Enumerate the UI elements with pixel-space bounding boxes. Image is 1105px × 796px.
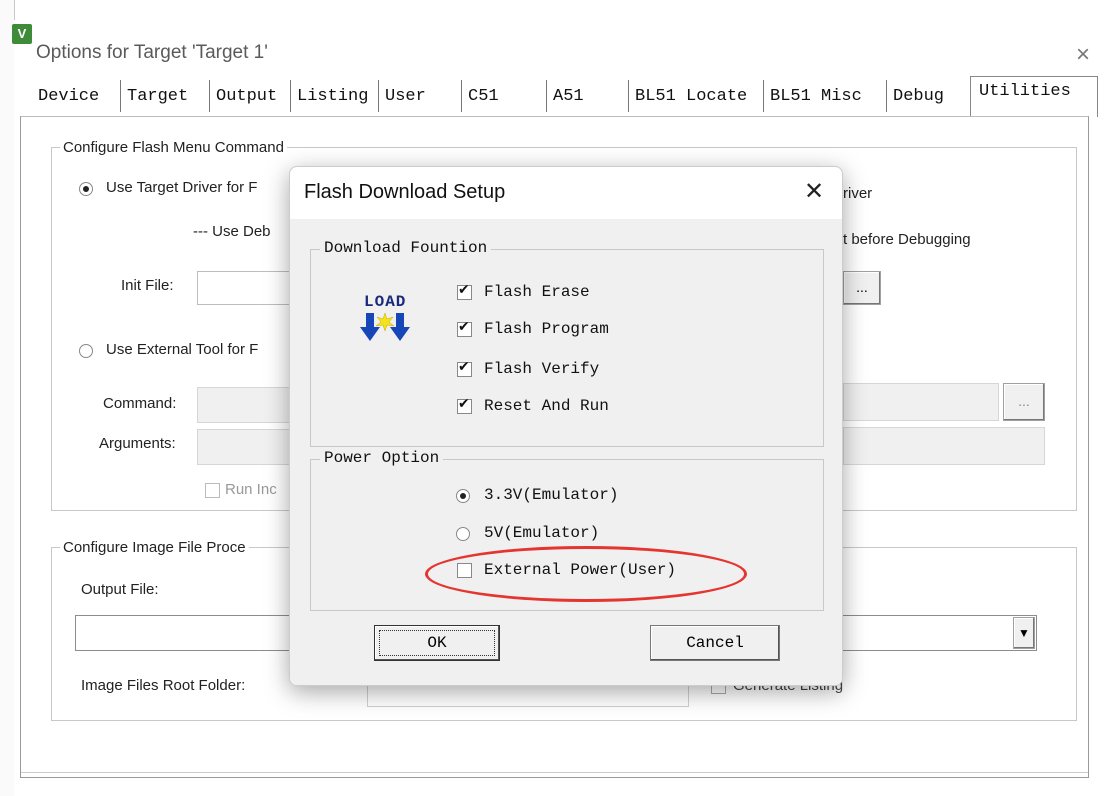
bottom-divider [21, 772, 1088, 773]
init-file-input[interactable] [197, 271, 295, 305]
tab-c51[interactable]: C51 [461, 80, 499, 112]
run-independent-checkbox[interactable] [205, 483, 220, 498]
tab-a51[interactable]: A51 [546, 80, 584, 112]
tab-device[interactable]: Device [24, 80, 99, 112]
download-group-legend: Download Fountion [320, 239, 492, 257]
command-label: Command: [103, 395, 177, 412]
power-3v3-label: 3.3V(Emulator) [484, 486, 619, 504]
command-browse-button[interactable]: ... [1003, 383, 1045, 421]
dialog-close-icon[interactable]: ✕ [804, 177, 824, 206]
init-file-label: Init File: [121, 277, 174, 294]
command-input-right[interactable] [843, 383, 999, 421]
tab-utilities[interactable]: Utilities [970, 76, 1098, 117]
ok-button-label: OK [379, 630, 495, 656]
use-debug-label: --- Use Deb [193, 223, 271, 240]
flash-erase-checkbox[interactable] [457, 282, 472, 300]
tab-bl51-locate[interactable]: BL51 Locate [628, 80, 747, 112]
close-icon[interactable]: × [1076, 42, 1090, 68]
flash-erase-label: Flash Erase [484, 283, 590, 301]
chevron-down-icon[interactable]: ▼ [1013, 617, 1035, 649]
dialog-body: Download Fountion LOAD Flash Erase Flash… [290, 219, 842, 685]
init-file-browse-button[interactable]: ... [843, 271, 881, 305]
load-icon-text: LOAD [364, 293, 407, 311]
run-independent-label: Run Inc [225, 481, 277, 498]
flash-program-label: Flash Program [484, 320, 609, 338]
image-file-legend: Configure Image File Proce [63, 539, 246, 556]
use-target-driver-label: Use Target Driver for F [106, 179, 258, 196]
command-input[interactable] [197, 387, 295, 423]
tab-bar: Device Target Output Listing User C51 A5… [24, 76, 1098, 117]
tab-output[interactable]: Output [209, 80, 277, 112]
use-target-driver-radio[interactable] [79, 182, 93, 196]
flash-verify-label: Flash Verify [484, 360, 600, 378]
use-external-tool-label: Use External Tool for F [106, 341, 259, 358]
root-folder-label: Image Files Root Folder: [81, 677, 246, 694]
window-title: Options for Target 'Target 1' [36, 42, 268, 63]
flash-program-checkbox[interactable] [457, 319, 472, 337]
tab-bl51-misc[interactable]: BL51 Misc [763, 80, 862, 112]
power-group-legend: Power Option [320, 449, 444, 467]
background-edge [0, 0, 15, 796]
reset-and-run-label: Reset And Run [484, 397, 609, 415]
tab-user[interactable]: User [378, 80, 426, 112]
arguments-input-right[interactable] [843, 427, 1045, 465]
highlight-ring [425, 546, 747, 602]
flash-verify-checkbox[interactable] [457, 359, 472, 377]
driver-label: river [843, 185, 873, 202]
load-icon: LOAD [360, 293, 418, 349]
output-file-label: Output File: [81, 581, 159, 598]
app-icon: V [12, 24, 32, 44]
power-3v3-radio[interactable] [456, 489, 470, 503]
arguments-input[interactable] [197, 429, 295, 465]
flash-download-dialog: Flash Download Setup ✕ Download Fountion… [289, 166, 843, 686]
use-external-tool-radio[interactable] [79, 344, 93, 358]
dialog-title: Flash Download Setup [304, 181, 506, 203]
before-debugging-label: t before Debugging [843, 231, 971, 248]
arguments-label: Arguments: [99, 435, 176, 452]
power-5v-label: 5V(Emulator) [484, 524, 600, 542]
flash-menu-legend: Configure Flash Menu Command [63, 139, 284, 156]
power-5v-radio[interactable] [456, 527, 470, 541]
reset-and-run-checkbox[interactable] [457, 396, 472, 414]
cancel-button[interactable]: Cancel [650, 625, 780, 661]
ok-button[interactable]: OK [374, 625, 500, 661]
download-arrows-icon [360, 312, 410, 341]
tab-debug[interactable]: Debug [886, 80, 944, 112]
tab-listing[interactable]: Listing [290, 80, 368, 112]
tab-target[interactable]: Target [120, 80, 188, 112]
